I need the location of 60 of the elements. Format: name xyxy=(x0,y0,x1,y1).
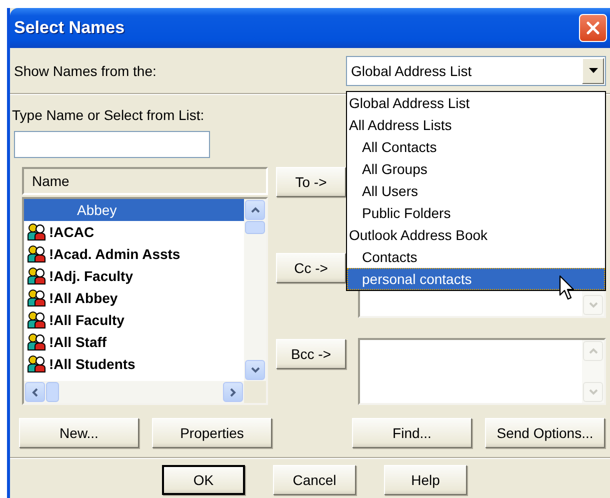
chevron-down-icon xyxy=(588,389,598,395)
properties-button[interactable]: Properties xyxy=(152,418,272,448)
dropdown-option[interactable]: Public Folders xyxy=(347,202,605,224)
dropdown-option[interactable]: personal contacts xyxy=(347,268,605,290)
find-button[interactable]: Find... xyxy=(352,418,472,448)
name-list-item[interactable]: !All Staff xyxy=(24,331,244,353)
name-list-item[interactable]: !Acad. Admin Assts xyxy=(24,243,244,265)
chevron-up-icon xyxy=(588,348,598,354)
address-book-dropdown[interactable]: Global Address List xyxy=(346,56,606,86)
chevron-right-icon xyxy=(230,388,236,396)
scrollbar-thumb[interactable] xyxy=(46,382,59,402)
people-icon xyxy=(27,333,47,351)
close-icon xyxy=(585,20,601,36)
recipient-button[interactable]: Bcc -> xyxy=(276,339,346,369)
people-icon xyxy=(27,267,47,285)
name-list-item[interactable]: !Adj. Faculty xyxy=(24,265,244,287)
caret-icon xyxy=(588,68,598,73)
name-list-item[interactable]: !All Students xyxy=(24,353,244,375)
people-icon xyxy=(27,311,47,329)
dropdown-button[interactable] xyxy=(582,58,604,84)
scroll-down-button[interactable] xyxy=(245,360,265,380)
people-icon xyxy=(27,245,47,263)
scrollbar-thumb[interactable] xyxy=(245,221,265,234)
chevron-down-icon xyxy=(588,302,598,308)
close-button[interactable] xyxy=(579,14,607,42)
show-names-label: Show Names from the: xyxy=(14,62,156,78)
dropdown-option[interactable]: All Users xyxy=(347,180,605,202)
dialog-button[interactable]: Cancel xyxy=(273,465,356,495)
name-list-item[interactable]: Abbey xyxy=(24,199,244,221)
recipient-button[interactable]: To -> xyxy=(276,167,346,197)
dropdown-option[interactable]: Contacts xyxy=(347,246,605,268)
dialog-button[interactable]: OK xyxy=(162,465,245,495)
people-icon xyxy=(27,223,47,241)
vertical-scrollbar[interactable] xyxy=(244,199,266,381)
name-list-item[interactable]: !All Abbey xyxy=(24,287,244,309)
scroll-up-button[interactable] xyxy=(245,200,265,220)
dropdown-option[interactable]: Global Address List xyxy=(347,92,605,114)
window-title: Select Names xyxy=(14,18,125,38)
people-icon xyxy=(27,355,47,373)
chevron-left-icon xyxy=(32,388,38,396)
name-list-item[interactable]: !All Faculty xyxy=(24,309,244,331)
type-name-label: Type Name or Select from List: xyxy=(12,107,204,123)
dropdown-option[interactable]: All Groups xyxy=(347,158,605,180)
scroll-left-button[interactable] xyxy=(25,382,45,402)
dropdown-option[interactable]: All Contacts xyxy=(347,136,605,158)
horizontal-scrollbar[interactable] xyxy=(24,381,266,403)
send-options-button[interactable]: Send Options... xyxy=(485,418,605,448)
recipient-button[interactable]: Cc -> xyxy=(276,253,346,283)
name-input-field[interactable] xyxy=(14,131,210,158)
scrollbar-corner xyxy=(244,381,266,403)
chevron-down-icon xyxy=(250,367,260,373)
dropdown-option[interactable]: All Address Lists xyxy=(347,114,605,136)
dropdown-option[interactable]: Outlook Address Book xyxy=(347,224,605,246)
dialog-button[interactable]: Help xyxy=(384,465,467,495)
name-list-item[interactable]: !ACAC xyxy=(24,221,244,243)
chevron-up-icon xyxy=(250,207,260,213)
scroll-right-button[interactable] xyxy=(223,382,243,402)
new-button[interactable]: New... xyxy=(19,418,139,448)
column-header[interactable]: Name xyxy=(22,167,268,195)
people-icon xyxy=(27,289,47,307)
